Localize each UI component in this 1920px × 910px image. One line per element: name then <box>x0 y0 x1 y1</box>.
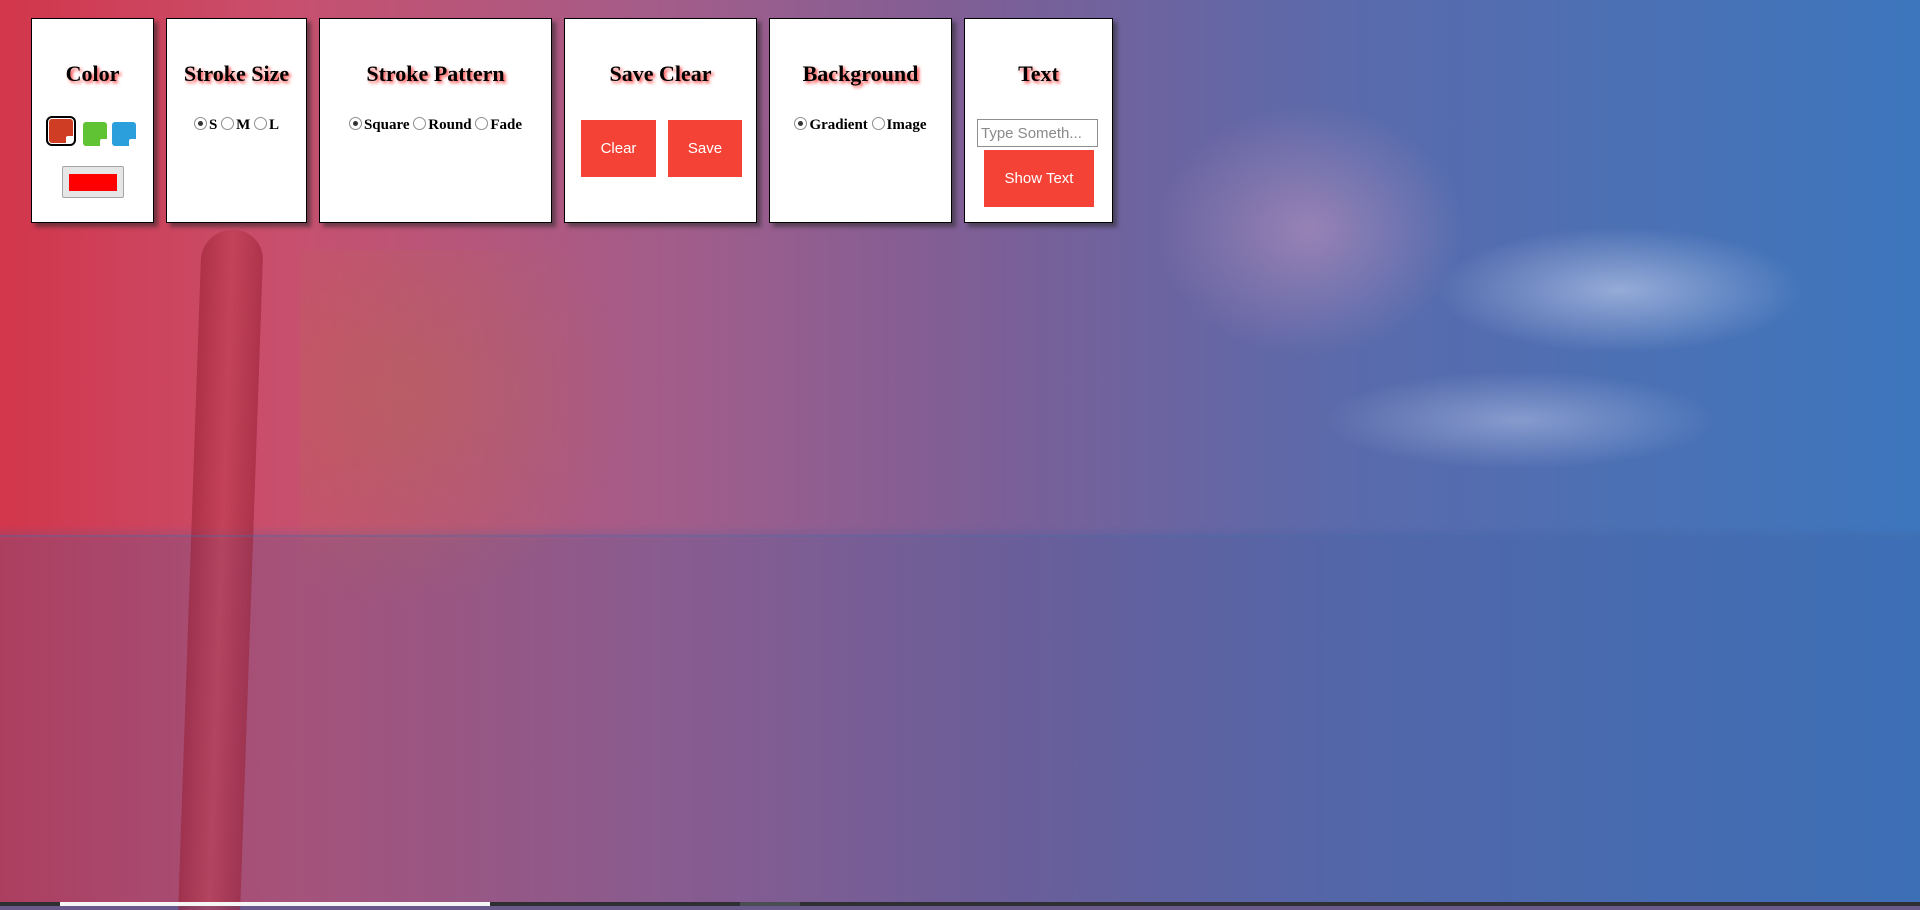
radio-pattern-fade-label: Fade <box>490 117 523 133</box>
bottom-scrollbar[interactable] <box>0 902 1920 906</box>
radio-size-l[interactable] <box>254 117 267 130</box>
color-swatches <box>32 116 153 147</box>
radio-size-s[interactable] <box>193 117 207 130</box>
radio-pattern-round[interactable] <box>413 117 427 130</box>
background-panel: Background Gradient Image <box>769 18 952 223</box>
text-input[interactable] <box>977 119 1098 147</box>
radio-size-m-label: M <box>236 117 251 133</box>
radio-size-m[interactable] <box>221 117 235 130</box>
stroke-size-title: Stroke Size <box>183 61 290 86</box>
radio-pattern-round-label: Round <box>428 117 472 133</box>
background-title: Background <box>802 61 919 86</box>
radio-pattern-square[interactable] <box>348 117 362 130</box>
text-panel-title: Text <box>1018 61 1059 86</box>
stroke-size-panel: Stroke Size S M L <box>166 18 307 223</box>
palm-trunk-image <box>178 230 264 910</box>
color-picker-preview <box>69 174 117 191</box>
swatch-blue[interactable] <box>112 122 136 146</box>
save-button[interactable]: Save <box>668 120 742 177</box>
swatch-red[interactable] <box>46 116 76 146</box>
scrollbar-segment <box>740 902 800 906</box>
color-picker-button[interactable] <box>62 166 124 198</box>
stroke-pattern-options: Square Round Fade <box>320 117 551 134</box>
text-panel: Text Show Text <box>964 18 1113 223</box>
color-panel-title: Color <box>65 61 120 86</box>
radio-size-s-label: S <box>208 117 218 133</box>
radio-bg-image-label: Image <box>886 117 927 133</box>
radio-pattern-fade[interactable] <box>475 117 489 130</box>
save-clear-title: Save Clear <box>609 61 712 86</box>
swatch-green[interactable] <box>83 122 107 146</box>
color-panel: Color <box>31 18 154 223</box>
stroke-pattern-panel: Stroke Pattern Square Round Fade <box>319 18 552 223</box>
stroke-pattern-title: Stroke Pattern <box>366 61 505 86</box>
clear-button[interactable]: Clear <box>581 120 656 177</box>
save-clear-panel: Save Clear Clear Save <box>564 18 757 223</box>
radio-bg-image[interactable] <box>871 117 885 130</box>
stroke-size-options: S M L <box>167 117 306 134</box>
radio-bg-gradient[interactable] <box>794 117 808 130</box>
background-options: Gradient Image <box>770 117 951 134</box>
radio-pattern-square-label: Square <box>363 117 410 133</box>
palm-leaves-image <box>300 250 630 610</box>
scrollbar-thumb[interactable] <box>60 902 490 906</box>
radio-size-l-label: L <box>269 117 280 133</box>
show-text-button[interactable]: Show Text <box>984 150 1094 207</box>
horizon-line <box>0 535 1920 537</box>
radio-bg-gradient-label: Gradient <box>809 117 868 133</box>
